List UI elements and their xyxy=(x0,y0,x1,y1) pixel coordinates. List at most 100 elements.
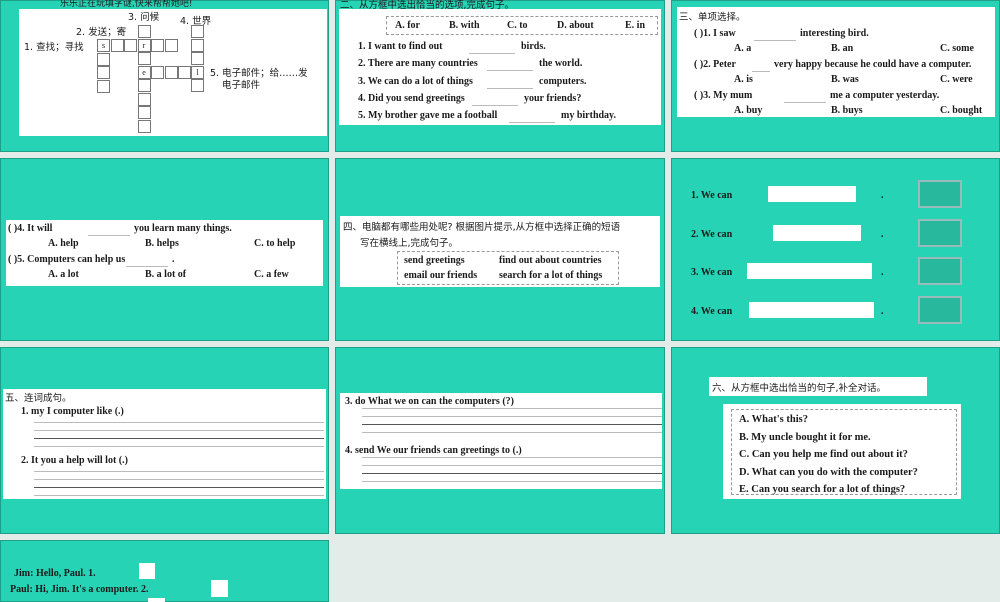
answer-option[interactable]: C. bought xyxy=(940,105,982,116)
answer-box-1[interactable] xyxy=(139,563,155,579)
crossword-cell[interactable] xyxy=(191,52,204,65)
period: . xyxy=(881,228,884,240)
answer-blank[interactable] xyxy=(469,41,515,59)
answer-option[interactable]: A. a lot xyxy=(48,269,79,280)
crossword-cell[interactable] xyxy=(151,66,164,79)
writing-line[interactable] xyxy=(362,457,662,458)
dialogue-option: C. Can you help me find out about it? xyxy=(739,449,908,460)
answer-option[interactable]: A. help xyxy=(48,238,79,249)
writing-line[interactable] xyxy=(362,408,662,409)
question-start: ( )4. It will xyxy=(8,223,53,234)
answer-blank[interactable] xyxy=(752,59,770,77)
writing-line[interactable] xyxy=(34,471,324,472)
crossword-cell[interactable] xyxy=(97,52,110,66)
dialogue-option: D. What can you do with the computer? xyxy=(739,466,918,478)
answer-option[interactable]: A. a xyxy=(734,43,751,54)
crossword-cell[interactable] xyxy=(191,25,204,38)
writing-line[interactable] xyxy=(362,465,662,466)
answer-option[interactable]: C. some xyxy=(940,43,974,54)
answer-option[interactable]: B. a lot of xyxy=(145,269,186,280)
answer-option[interactable]: C. were xyxy=(940,74,973,85)
slide-1-crossword[interactable]: 乐乐正在玩填字谜,快来帮帮她吧! 3. 问候 4. 世界 2. 发送；寄 1. … xyxy=(0,0,329,152)
answer-option[interactable]: A. buy xyxy=(734,105,762,116)
writing-line[interactable] xyxy=(34,479,324,480)
writing-line[interactable] xyxy=(34,487,324,488)
clue-3: 3. 问候 xyxy=(128,12,160,23)
slide-5-phrases[interactable]: 四、电脑都有哪些用处呢? 根据图片提示,从方框中选择正确的短语 写在横线上,完成… xyxy=(335,158,665,341)
answer-blank[interactable] xyxy=(472,93,518,111)
slide-2-fill-in[interactable]: 二、从方框中选出恰当的选项,完成句子。 A. for B. with C. to… xyxy=(335,0,665,152)
crossword-cell[interactable] xyxy=(97,79,110,93)
slide-9-dialogue-options[interactable]: 六、从方框中选出恰当的句子,补全对话。 A. What's this? B. My… xyxy=(671,347,1000,534)
email-screen-image xyxy=(918,180,962,208)
answer-option[interactable]: B. was xyxy=(831,74,859,85)
answer-box-2[interactable] xyxy=(211,580,228,597)
writing-line[interactable] xyxy=(362,481,662,482)
crossword-cell[interactable] xyxy=(137,52,151,65)
answer-blank[interactable] xyxy=(487,76,533,94)
crossword-cell[interactable] xyxy=(137,25,151,38)
writing-line[interactable] xyxy=(34,430,324,431)
answer-option[interactable]: C. to help xyxy=(254,238,295,249)
answer-option[interactable]: B. an xyxy=(831,43,853,54)
question-start: ( )3. My mum xyxy=(694,90,753,101)
slide-4-choice[interactable]: ( )4. It will you learn many things. A. he… xyxy=(0,158,329,341)
answer-box-3[interactable] xyxy=(148,598,165,602)
section-header: 三、单项选择。 xyxy=(679,12,746,23)
sentence-start: 1. I want to find out xyxy=(358,41,443,52)
writing-line[interactable] xyxy=(362,416,662,417)
answer-option[interactable]: B. buys xyxy=(831,105,863,116)
options-box: A. for B. with C. to D. about E. in xyxy=(386,16,658,35)
question: 1. my I computer like (.) xyxy=(21,406,124,417)
writing-line[interactable] xyxy=(34,438,324,439)
slide-7-word-order[interactable]: 五、连词成句。 1. my I computer like (.) 2. It … xyxy=(0,347,329,534)
answer-blank[interactable] xyxy=(784,90,826,108)
crossword-cell[interactable] xyxy=(97,66,110,79)
answer-box[interactable] xyxy=(749,301,874,318)
slide-10-dialogue[interactable]: Jim: Hello, Paul. 1. Paul: Hi, Jim. It's… xyxy=(0,540,329,602)
crossword-cell[interactable] xyxy=(164,66,178,79)
crossword-panel: 3. 问候 4. 世界 2. 发送；寄 1. 查找；寻找 5. 电子邮件；给……… xyxy=(19,9,327,136)
answer-blank[interactable] xyxy=(509,110,555,128)
sentence-start: 4. Did you send greetings xyxy=(358,92,465,104)
writing-line[interactable] xyxy=(34,422,324,423)
crossword-letter-cell[interactable]: r xyxy=(137,39,151,52)
slide-8-word-order[interactable]: 3. do What we on can the computers (?) 4… xyxy=(335,347,665,534)
answer-option[interactable]: C. a few xyxy=(254,269,289,280)
answer-blank[interactable] xyxy=(88,223,130,241)
crossword-letter-cell[interactable]: l xyxy=(191,66,204,79)
answer-box[interactable] xyxy=(747,263,872,279)
crossword-cell[interactable] xyxy=(164,39,178,52)
answer-box[interactable] xyxy=(768,186,856,202)
writing-line[interactable] xyxy=(362,424,662,425)
crossword-letter-cell[interactable]: s xyxy=(97,39,110,52)
writing-line[interactable] xyxy=(34,446,324,447)
question-start: ( )1. I saw xyxy=(694,28,736,39)
writing-line[interactable] xyxy=(362,473,662,474)
map-screen-image xyxy=(918,218,962,247)
slide-6-we-can[interactable]: 1. We can. 2. We can. 3. We can. 4. We can. xyxy=(671,158,1000,341)
clue-5-cont: 电子邮件 xyxy=(222,80,261,91)
question-panel: 五、连词成句。 1. my I computer like (.) 2. It … xyxy=(3,389,326,499)
answer-option[interactable]: B. helps xyxy=(145,238,179,249)
slide-3-choice[interactable]: 三、单项选择。 ( )1. I saw interesting bird. A. a… xyxy=(671,0,1000,152)
crossword-cell[interactable] xyxy=(137,106,151,119)
answer-blank[interactable] xyxy=(754,28,796,46)
crossword-cell[interactable] xyxy=(178,66,191,79)
writing-line[interactable] xyxy=(34,495,324,496)
crossword-cell[interactable] xyxy=(151,39,164,52)
crossword-cell[interactable] xyxy=(137,119,151,133)
writing-line[interactable] xyxy=(362,432,662,433)
answer-box[interactable] xyxy=(773,224,861,241)
crossword-cell[interactable] xyxy=(137,79,151,92)
answer-blank[interactable] xyxy=(487,58,533,76)
sentence-end: your friends? xyxy=(524,92,582,104)
crossword-cell[interactable] xyxy=(191,79,204,92)
crossword-letter-cell[interactable]: e xyxy=(137,66,151,79)
crossword-cell[interactable] xyxy=(124,39,137,52)
crossword-cell[interactable] xyxy=(110,39,124,52)
phrase: find out about countries xyxy=(499,255,602,266)
answer-option[interactable]: A. is xyxy=(734,74,753,85)
crossword-cell[interactable] xyxy=(137,92,151,106)
crossword-cell[interactable] xyxy=(191,38,204,52)
